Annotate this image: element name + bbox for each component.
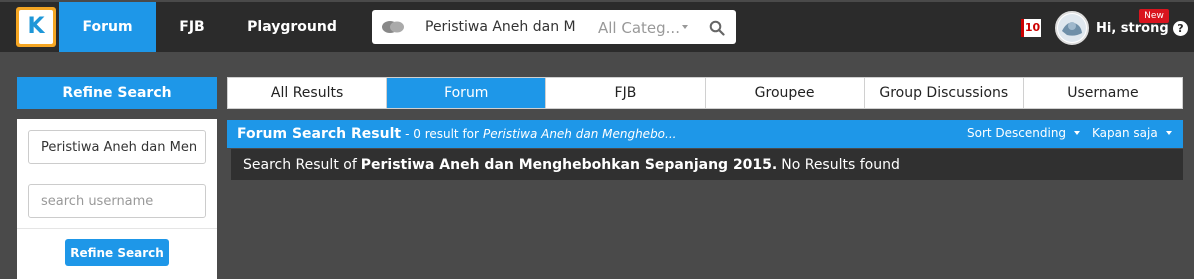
- result-count: - 0 result for: [405, 127, 479, 141]
- message-keyword: Peristiwa Aneh dan Menghebohkan Sepanjan…: [360, 156, 778, 173]
- chevron-down-icon: [1074, 131, 1081, 135]
- search-input[interactable]: Peristiwa Aneh dan Me: [425, 19, 575, 35]
- time-filter-dropdown[interactable]: Kapan saja: [1092, 126, 1172, 140]
- search-icon[interactable]: [709, 20, 725, 36]
- global-search-box[interactable]: Peristiwa Aneh dan Me All Categ...: [372, 10, 736, 44]
- nav-fjb[interactable]: FJB: [157, 2, 227, 52]
- nav-forum[interactable]: Forum: [59, 2, 156, 52]
- message-suffix: No Results found: [781, 156, 900, 173]
- no-results-message: Search Result of Peristiwa Aneh dan Meng…: [231, 149, 1183, 180]
- divider: [17, 228, 217, 229]
- nav-playground[interactable]: Playground: [236, 2, 348, 52]
- message-prefix: Search Result of: [243, 156, 357, 173]
- sort-dropdown[interactable]: Sort Descending: [967, 126, 1081, 140]
- tab-group-discussions[interactable]: Group Discussions: [865, 78, 1024, 108]
- logo-letter: K: [27, 14, 45, 39]
- refine-search-button[interactable]: Refine Search: [65, 239, 169, 266]
- result-keyword: Peristiwa Aneh dan Menghebo...: [482, 127, 677, 141]
- tab-all-results[interactable]: All Results: [228, 78, 388, 108]
- category-select[interactable]: All Categ...: [598, 19, 680, 37]
- username-field[interactable]: search username: [28, 184, 206, 218]
- chevron-down-icon[interactable]: [682, 25, 688, 29]
- result-tabs: All Results Forum FJB Groupee Group Disc…: [227, 77, 1183, 109]
- tab-fjb[interactable]: FJB: [546, 78, 706, 108]
- tab-forum[interactable]: Forum: [387, 78, 547, 108]
- chat-bubbles-icon: [382, 21, 404, 33]
- result-header: Forum Search Result - 0 result for Peris…: [227, 120, 1183, 148]
- refine-search-title: Refine Search: [17, 77, 217, 109]
- chevron-down-icon: [1165, 131, 1172, 135]
- kaskus-logo[interactable]: K: [16, 7, 56, 47]
- tab-username[interactable]: Username: [1024, 78, 1182, 108]
- refine-search-panel: Peristiwa Aneh dan Men search username R…: [17, 119, 217, 279]
- result-title: Forum Search Result: [237, 126, 402, 142]
- avatar[interactable]: [1055, 11, 1089, 45]
- top-navbar: K Forum FJB Playground Peristiwa Aneh da…: [0, 0, 1194, 52]
- tab-groupee[interactable]: Groupee: [706, 78, 865, 108]
- user-greeting[interactable]: Hi, strong: [1096, 21, 1169, 36]
- notification-count[interactable]: 10: [1021, 19, 1041, 37]
- avatar-image: [1058, 14, 1086, 42]
- sort-label: Sort Descending: [967, 126, 1067, 140]
- keyword-field[interactable]: Peristiwa Aneh dan Men: [28, 130, 206, 164]
- time-filter-label: Kapan saja: [1092, 126, 1158, 140]
- help-icon[interactable]: ?: [1173, 21, 1188, 36]
